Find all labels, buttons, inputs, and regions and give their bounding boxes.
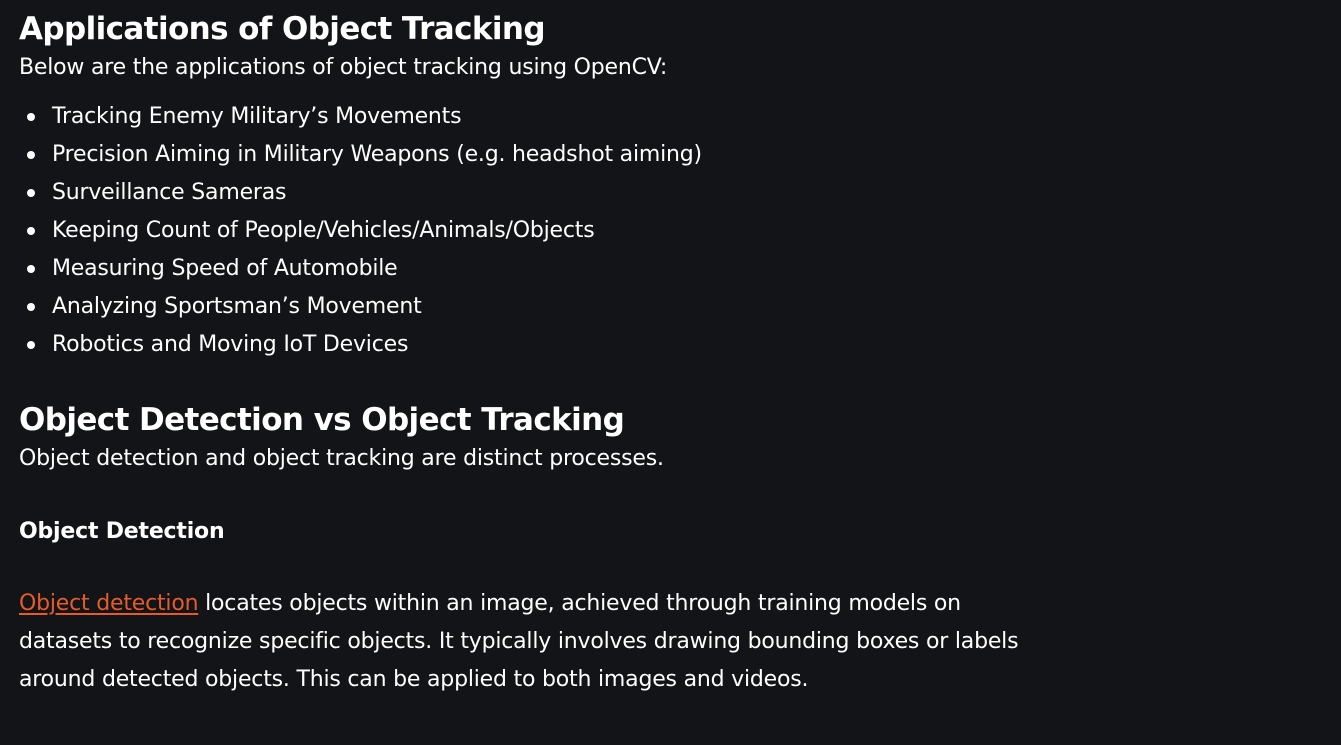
list-item: Robotics and Moving IoT Devices [27,326,1319,364]
bullet-icon [27,303,35,311]
article-content: Applications of Object Tracking Below ar… [19,0,1319,699]
bullet-icon [27,341,35,349]
list-item: Precision Aiming in Military Weapons (e.… [27,136,1319,174]
paragraph-line-1: locates objects within an image, achieve… [198,591,961,616]
bullet-icon [27,113,35,121]
comparison-intro: Object detection and object tracking are… [19,446,664,471]
bullet-icon [27,189,35,197]
list-item: Analyzing Sportsman’s Movement [27,288,1319,326]
subheading-object-detection: Object Detection [19,519,225,544]
applications-intro: Below are the applications of object tra… [19,55,668,80]
section-heading-comparison: Object Detection vs Object Tracking [19,402,625,438]
applications-list: Tracking Enemy Military’s Movements Prec… [19,98,1319,364]
list-item: Keeping Count of People/Vehicles/Animals… [27,212,1319,250]
bullet-icon [27,151,35,159]
list-item: Measuring Speed of Automobile [27,250,1319,288]
list-item: Surveillance Sameras [27,174,1319,212]
list-item: Tracking Enemy Military’s Movements [27,98,1319,136]
paragraph-line-2: datasets to recognize specific objects. … [19,629,1019,654]
object-detection-paragraph: Object detection locates objects within … [19,585,1319,699]
paragraph-line-3: around detected objects. This can be app… [19,667,809,692]
bullet-icon [27,227,35,235]
object-detection-link[interactable]: Object detection [19,591,199,616]
section-heading-applications: Applications of Object Tracking [19,11,546,47]
bullet-icon [27,265,35,273]
